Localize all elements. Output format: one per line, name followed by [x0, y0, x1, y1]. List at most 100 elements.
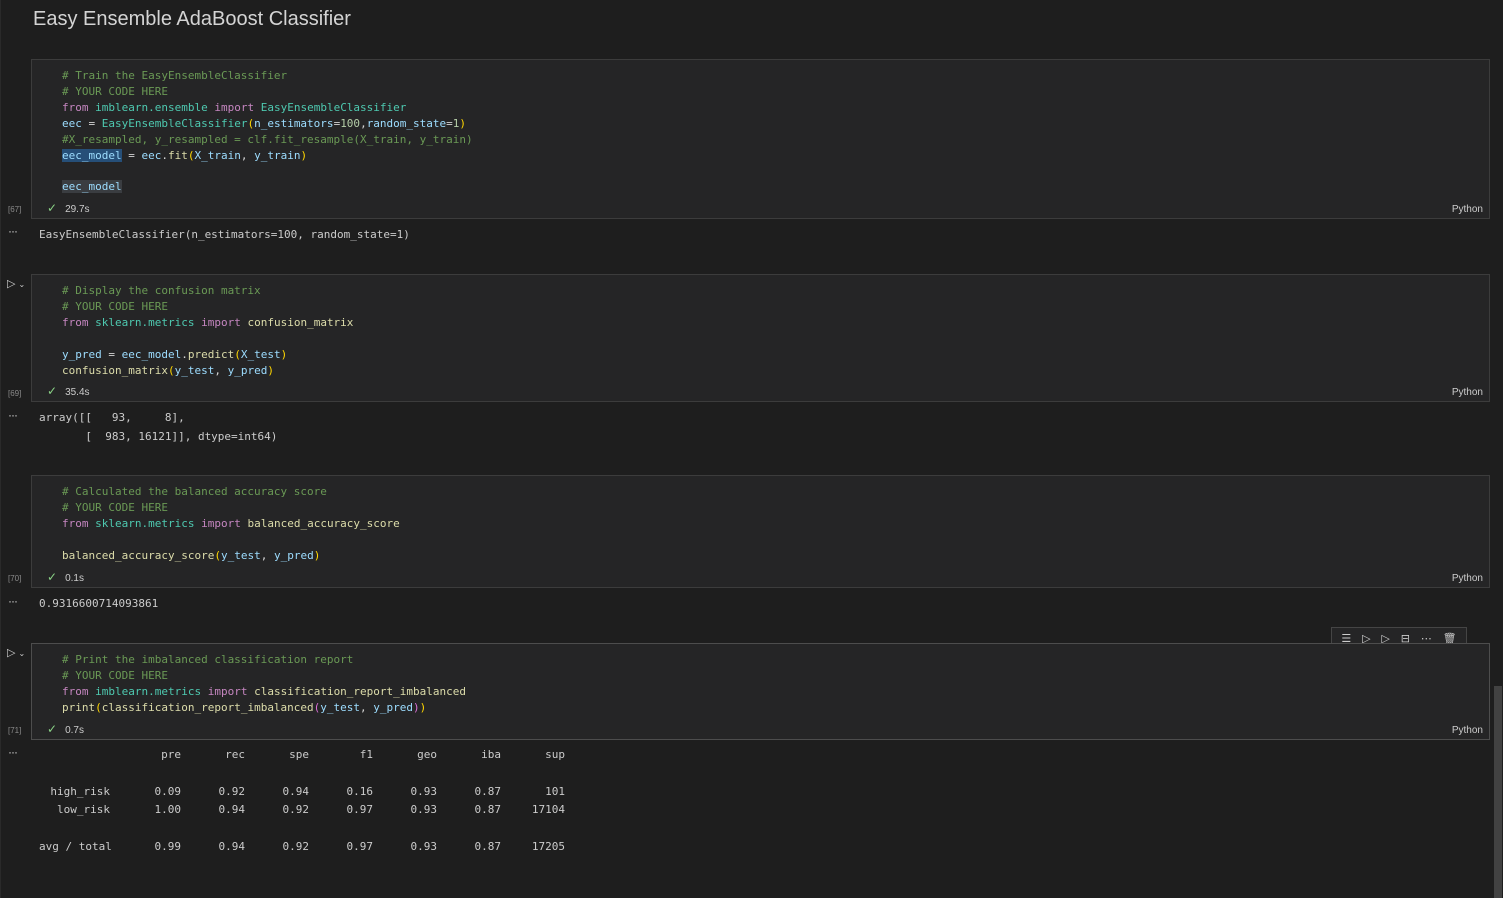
- scrollbar-thumb[interactable]: [1494, 686, 1502, 898]
- cell-output: EasyEnsembleClassifier(n_estimators=100,…: [39, 228, 410, 241]
- chevron-down-icon: ⌄: [18, 649, 26, 658]
- code-module: sklearn.metrics: [95, 516, 195, 530]
- chevron-down-icon: ⌄: [18, 280, 26, 289]
- cell-output: 0.9316600714093861: [39, 597, 159, 610]
- code-keyword: import: [201, 516, 241, 530]
- code-class: EasyEnsembleClassifier: [101, 116, 248, 130]
- report-cell: 0.93: [410, 785, 438, 798]
- language-indicator[interactable]: Python: [1452, 725, 1483, 736]
- code-operator: =: [81, 116, 102, 130]
- code-comment: # YOUR CODE HERE: [62, 500, 168, 514]
- code-cell-1[interactable]: # Train the EasyEnsembleClassifier # YOU…: [31, 59, 1490, 219]
- report-cell: 0.93: [410, 803, 438, 816]
- cell-status: ✓ 0.1s: [47, 570, 84, 584]
- code-variable: y_train: [254, 148, 301, 162]
- code-comment: # Display the confusion matrix: [62, 284, 261, 297]
- execution-time: 0.1s: [65, 573, 84, 584]
- report-cell: 0.92: [282, 803, 310, 816]
- code-param: n_estimators: [254, 116, 334, 130]
- code-variable: y_test: [174, 363, 215, 377]
- output-more-icon[interactable]: ···: [8, 408, 18, 422]
- output-more-icon[interactable]: ···: [8, 745, 18, 759]
- code-function: print: [62, 700, 96, 714]
- output-more-icon[interactable]: ···: [8, 594, 18, 608]
- code-keyword: from: [62, 100, 89, 114]
- language-indicator[interactable]: Python: [1452, 204, 1483, 215]
- code-operator: =: [121, 148, 142, 162]
- report-header: pre: [161, 748, 181, 761]
- execution-count: [69]: [8, 389, 22, 398]
- code-function: classification_report_imbalanced: [254, 684, 467, 698]
- code-comment: # Train the EasyEnsembleClassifier: [62, 69, 288, 82]
- code-comment: #X_resampled, y_resampled = clf.fit_resa…: [62, 132, 473, 146]
- execution-count: [67]: [8, 205, 22, 214]
- report-cell: 0.94: [218, 840, 246, 853]
- language-indicator[interactable]: Python: [1452, 573, 1483, 584]
- code-cell-2[interactable]: # Display the confusion matrix # YOUR CO…: [31, 274, 1490, 402]
- report-cell: 0.09: [154, 785, 182, 798]
- code-function: predict: [187, 347, 235, 361]
- report-cell: 0.99: [154, 840, 182, 853]
- report-label: low_risk: [57, 803, 110, 816]
- output-more-icon[interactable]: ···: [8, 224, 18, 238]
- report-cell: 0.87: [474, 840, 502, 853]
- cell-output-line: array([[ 93, 8],: [39, 411, 185, 424]
- code-number: 100: [340, 116, 361, 130]
- code-class: EasyEnsembleClassifier: [260, 100, 407, 114]
- report-cell: 17205: [531, 840, 565, 853]
- report-cell: 0.94: [282, 785, 310, 798]
- execution-count: [70]: [8, 574, 22, 583]
- code-variable: eec_model: [121, 347, 182, 361]
- code-comment: # YOUR CODE HERE: [62, 668, 168, 682]
- code-comment: # YOUR CODE HERE: [62, 299, 168, 313]
- play-icon: ▷: [7, 646, 16, 659]
- report-header: rec: [225, 748, 245, 761]
- run-cell-button[interactable]: ▷ ⌄: [7, 277, 25, 290]
- markdown-heading: Easy Ensemble AdaBoost Classifier: [33, 8, 351, 30]
- code-editor[interactable]: # Display the confusion matrix # YOUR CO…: [62, 283, 353, 378]
- code-function: balanced_accuracy_score: [62, 548, 215, 562]
- code-function: confusion_matrix: [62, 363, 168, 377]
- left-border: [0, 0, 1, 898]
- code-variable: X_train: [194, 148, 241, 162]
- code-param: random_state: [366, 116, 447, 130]
- code-editor[interactable]: # Print the imbalanced classification re…: [62, 652, 466, 716]
- report-cell: 0.97: [346, 803, 374, 816]
- execution-time: 35.4s: [65, 387, 90, 398]
- language-indicator[interactable]: Python: [1452, 387, 1483, 398]
- code-variable: y_test: [320, 700, 361, 714]
- code-function: confusion_matrix: [247, 315, 354, 329]
- code-comment: # Calculated the balanced accuracy score: [62, 485, 327, 498]
- code-cell-3[interactable]: # Calculated the balanced accuracy score…: [31, 475, 1490, 588]
- cell-status: ✓ 35.4s: [47, 384, 90, 398]
- report-cell: 17104: [531, 803, 565, 816]
- success-check-icon: ✓: [47, 384, 58, 398]
- code-keyword: from: [62, 684, 89, 698]
- execution-time: 29.7s: [65, 204, 90, 215]
- code-module: imblearn.metrics: [95, 684, 202, 698]
- code-variable: y_test: [220, 548, 261, 562]
- code-cell-4[interactable]: # Print the imbalanced classification re…: [31, 643, 1490, 740]
- code-keyword: from: [62, 315, 89, 329]
- code-function: balanced_accuracy_score: [247, 516, 400, 530]
- report-cell: 1.00: [154, 803, 182, 816]
- report-cell: 0.94: [218, 803, 246, 816]
- code-function: fit: [167, 148, 188, 162]
- play-icon: ▷: [7, 277, 16, 290]
- code-editor[interactable]: # Calculated the balanced accuracy score…: [62, 484, 400, 564]
- run-cell-button[interactable]: ▷ ⌄: [7, 646, 25, 659]
- code-variable: y_pred: [62, 347, 102, 361]
- report-cell: 0.93: [410, 840, 438, 853]
- success-check-icon: ✓: [47, 570, 58, 584]
- cell-output-line: [ 983, 16121]], dtype=int64): [39, 430, 278, 443]
- report-header: spe: [289, 748, 309, 761]
- report-cell: 0.87: [474, 785, 502, 798]
- report-header: f1: [359, 748, 373, 761]
- report-header: sup: [545, 748, 565, 761]
- report-header: geo: [417, 748, 437, 761]
- code-variable: y_pred: [373, 700, 414, 714]
- report-cell: 0.92: [218, 785, 246, 798]
- code-editor[interactable]: # Train the EasyEnsembleClassifier # YOU…: [62, 68, 473, 195]
- cell-status: ✓ 29.7s: [47, 201, 90, 215]
- code-module: sklearn.metrics: [95, 315, 195, 329]
